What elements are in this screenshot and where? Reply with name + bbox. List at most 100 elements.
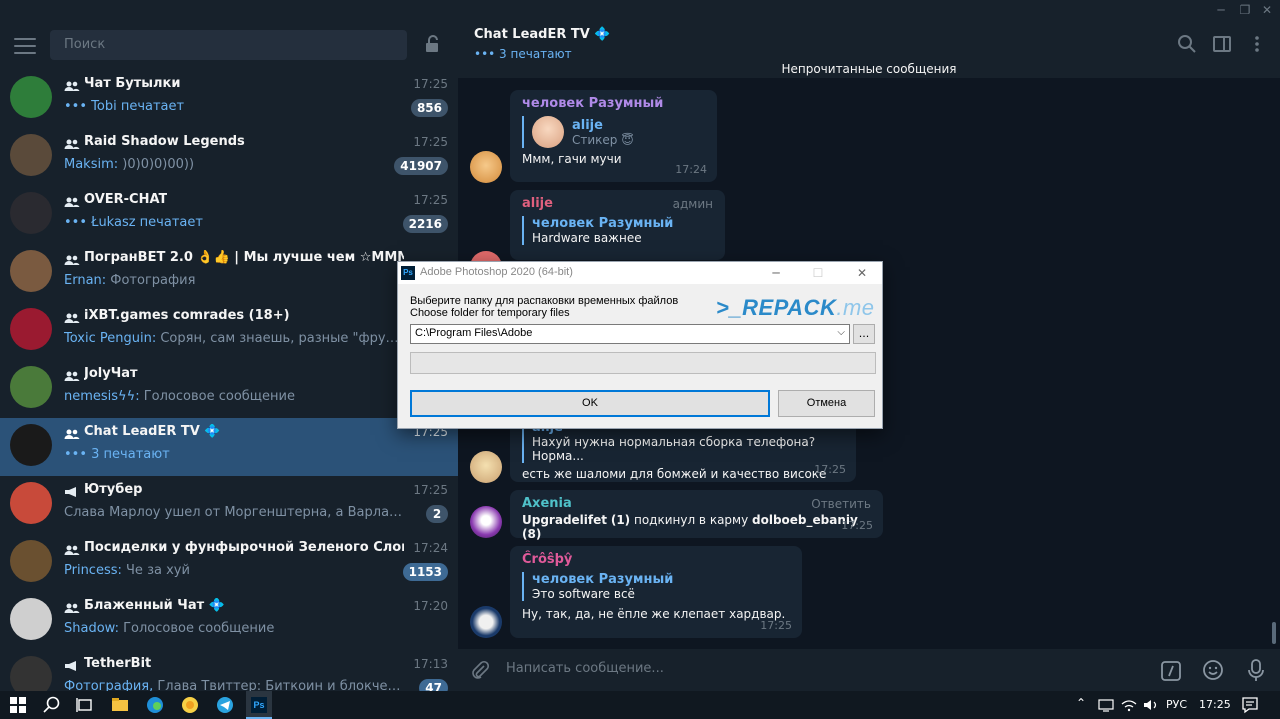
chat-list-item[interactable]: Посиделки у фунфырочной Зеленого Слоника…: [0, 534, 458, 592]
chat-list-sidebar: Поиск Чат Бутылки 17:25 ••• Tobi печатает 8…: [0, 20, 458, 691]
photoshop-taskbar-item[interactable]: Ps: [246, 691, 272, 719]
message-bubble: alije админ человек Разумный Hardware ва…: [510, 190, 725, 260]
dialog-close-icon[interactable]: ✕: [852, 264, 872, 282]
typing-indicator-icon: •••: [64, 99, 92, 114]
minimize-icon[interactable]: ─: [1210, 1, 1232, 19]
search-icon[interactable]: [42, 695, 62, 715]
unread-badge: 2216: [402, 215, 448, 233]
cancel-button[interactable]: Отмена: [778, 390, 875, 417]
unread-badge: 1153: [402, 563, 448, 581]
file-explorer-icon[interactable]: [110, 695, 130, 715]
reply-text: Это software всё: [532, 587, 635, 601]
group-icon: [64, 603, 80, 613]
dialog-titlebar[interactable]: Ps Adobe Photoshop 2020 (64-bit) ─ ☐ ✕: [398, 262, 882, 284]
close-icon[interactable]: ✕: [1256, 1, 1278, 19]
chat-name: OVER-CHAT: [84, 192, 168, 207]
windows-start-icon[interactable]: [8, 695, 28, 715]
chat-avatar: [10, 76, 52, 118]
language-indicator[interactable]: РУС: [1166, 698, 1187, 711]
group-icon: [64, 313, 80, 323]
message-sender[interactable]: человек Разумный: [522, 96, 705, 111]
group-icon: [64, 255, 80, 265]
reply-quote[interactable]: alije Стикер 😇: [522, 116, 705, 148]
chat-avatar: [10, 482, 52, 524]
attach-icon[interactable]: [470, 660, 490, 680]
chat-scrollbar[interactable]: [1272, 622, 1276, 644]
ok-button[interactable]: OK: [410, 390, 770, 417]
photoshop-icon: Ps: [401, 266, 415, 280]
bot-command-icon[interactable]: [1160, 660, 1182, 682]
dialog-maximize-icon[interactable]: ☐: [808, 264, 828, 282]
sticker-thumbnail: [532, 116, 564, 148]
reply-action[interactable]: Ответить: [811, 497, 871, 511]
more-options-icon[interactable]: [1247, 34, 1267, 54]
chat-avatar: [10, 192, 52, 234]
karma-value: (1): [610, 513, 631, 527]
chat-list-item[interactable]: Chat LeadER TV 💠 17:25 ••• 3 печатают: [0, 418, 458, 476]
hamburger-menu-icon[interactable]: [14, 38, 36, 54]
chat-list-item[interactable]: Raid Shadow Legends 17:25 Maksim: )0)0)0)0…: [0, 128, 458, 186]
chat-list-item[interactable]: TetherBit 17:13 Фотография, Глава Твиттер:…: [0, 650, 458, 691]
chevron-down-icon[interactable]: ⌵: [837, 327, 845, 338]
browse-button[interactable]: ...: [853, 324, 875, 344]
tray-chevron-up-icon[interactable]: ⌃: [1076, 696, 1086, 710]
message-composer: Написать сообщение...: [458, 649, 1280, 691]
reply-author: человек Разумный: [532, 572, 674, 587]
sender-avatar[interactable]: [470, 606, 502, 638]
reply-quote[interactable]: человек Разумный Это software всё: [522, 572, 790, 601]
admin-badge: админ: [672, 197, 713, 211]
search-icon[interactable]: [1177, 34, 1197, 54]
dialog-title: Adobe Photoshop 2020 (64-bit): [420, 266, 573, 278]
chat-list-item[interactable]: ПогранВЕТ 2.0 👌👍 | Мы лучше чем ☆МММ☆ Ern…: [0, 244, 458, 302]
message-time: 17:25: [760, 619, 792, 632]
chat-list-item[interactable]: Блаженный Чат 💠 17:20 Shadow: Голосовое со…: [0, 592, 458, 650]
reply-text: Стикер 😇: [572, 132, 634, 147]
sender-avatar[interactable]: [470, 151, 502, 183]
chat-avatar: [10, 598, 52, 640]
folder-path-combobox[interactable]: C:\Program Files\Adobe ⌵: [410, 324, 850, 344]
yandex-browser-icon[interactable]: [180, 695, 200, 715]
extraction-progress-bar: [410, 352, 876, 374]
dialog-minimize-icon[interactable]: ─: [766, 264, 786, 282]
sender-avatar[interactable]: [470, 506, 502, 538]
search-input[interactable]: Поиск: [50, 30, 407, 60]
clock[interactable]: 17:25: [1199, 698, 1231, 711]
message-bubble: Ĉrôŝþŷ человек Разумный Это software всё…: [510, 546, 802, 638]
chat-preview: nemesisϟϟ: Голосовое сообщение: [64, 389, 404, 404]
maximize-icon[interactable]: ❐: [1234, 1, 1256, 19]
chat-list-item[interactable]: JolyЧат nemesisϟϟ: Голосовое сообщение: [0, 360, 458, 418]
chat-list-item[interactable]: Чат Бутылки 17:25 ••• Tobi печатает 856: [0, 70, 458, 128]
telegram-icon[interactable]: [215, 695, 235, 715]
message-sender[interactable]: Ĉrôŝþŷ: [522, 552, 790, 567]
typing-text: Łukasz печатает: [91, 215, 203, 230]
task-view-icon[interactable]: [75, 695, 95, 715]
reply-quote[interactable]: человек Разумный Hardware важнее: [522, 216, 713, 245]
reply-text: Нахуй нужна нормальная сборка телефона? …: [532, 435, 816, 463]
karma-value: (8): [522, 527, 542, 541]
karma-user[interactable]: Upgradelifet: [522, 513, 607, 527]
dialog-prompt-ru: Выберите папку для распаковки временных …: [410, 295, 679, 307]
sender-avatar[interactable]: [470, 451, 502, 483]
wifi-icon[interactable]: [1119, 695, 1139, 715]
channel-megaphone-icon: [65, 487, 76, 497]
chat-list-item[interactable]: Ютубер 17:25 Слава Марлоу ушел от Моргеншт…: [0, 476, 458, 534]
microphone-icon[interactable]: [1246, 658, 1266, 682]
chat-title[interactable]: Chat LeadER TV 💠: [474, 27, 611, 42]
preview-sender: Maksim:: [64, 157, 119, 172]
message-input[interactable]: Написать сообщение...: [506, 661, 664, 676]
notifications-icon[interactable]: [1240, 695, 1260, 715]
chat-preview: ••• Łukasz печатает: [64, 215, 404, 230]
volume-icon[interactable]: [1141, 695, 1161, 715]
chat-time: 17:25: [413, 483, 448, 497]
chat-preview: Shadow: Голосовое сообщение: [64, 621, 404, 636]
chat-list-item[interactable]: iXBT.games comrades (18+) Toxic Penguin: …: [0, 302, 458, 360]
network-icon[interactable]: [1096, 695, 1116, 715]
channel-megaphone-icon: [65, 661, 76, 671]
edge-browser-icon[interactable]: [145, 695, 165, 715]
emoji-icon[interactable]: [1202, 659, 1224, 681]
sidebar-toggle-icon[interactable]: [1212, 34, 1232, 54]
lock-icon[interactable]: [424, 34, 442, 54]
chat-list-item[interactable]: OVER-CHAT 17:25 ••• Łukasz печатает 2216: [0, 186, 458, 244]
chat-time: 17:20: [413, 599, 448, 613]
message-bubble: Axenia Ответить Upgradelifet (1) подкину…: [510, 490, 883, 541]
